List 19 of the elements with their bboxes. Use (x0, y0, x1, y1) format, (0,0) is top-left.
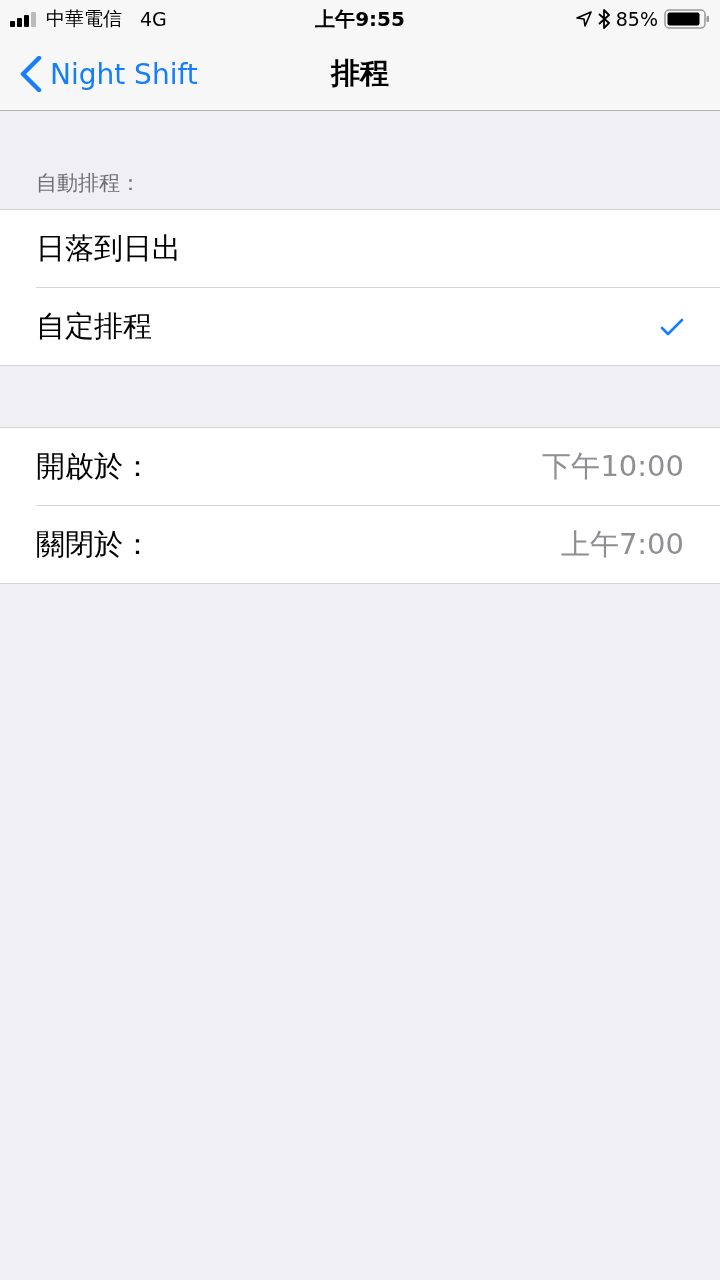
back-label: Night Shift (50, 57, 198, 91)
time-value[interactable]: 上午7:00 (560, 524, 684, 565)
network-type: 4G (140, 8, 167, 30)
status-time: 上午9:55 (315, 5, 405, 33)
time-label: 關閉於： (36, 525, 152, 563)
time-value[interactable]: 下午10:00 (542, 446, 684, 487)
nav-title: 排程 (331, 55, 389, 92)
bluetooth-icon (597, 9, 610, 29)
back-button[interactable]: Night Shift (0, 56, 198, 92)
chevron-left-icon (20, 56, 42, 92)
option-row[interactable]: 日落到日出 (36, 210, 720, 287)
battery-icon (664, 9, 710, 29)
option-row[interactable]: 自定排程 (36, 287, 720, 365)
time-label: 開啟於： (36, 447, 152, 485)
checkmark-icon (660, 317, 684, 336)
location-arrow-icon (575, 11, 592, 27)
carrier-name: 中華電信 (46, 6, 122, 31)
section-header: 自動排程： (35, 170, 142, 197)
battery-percent: 85% (615, 8, 658, 30)
